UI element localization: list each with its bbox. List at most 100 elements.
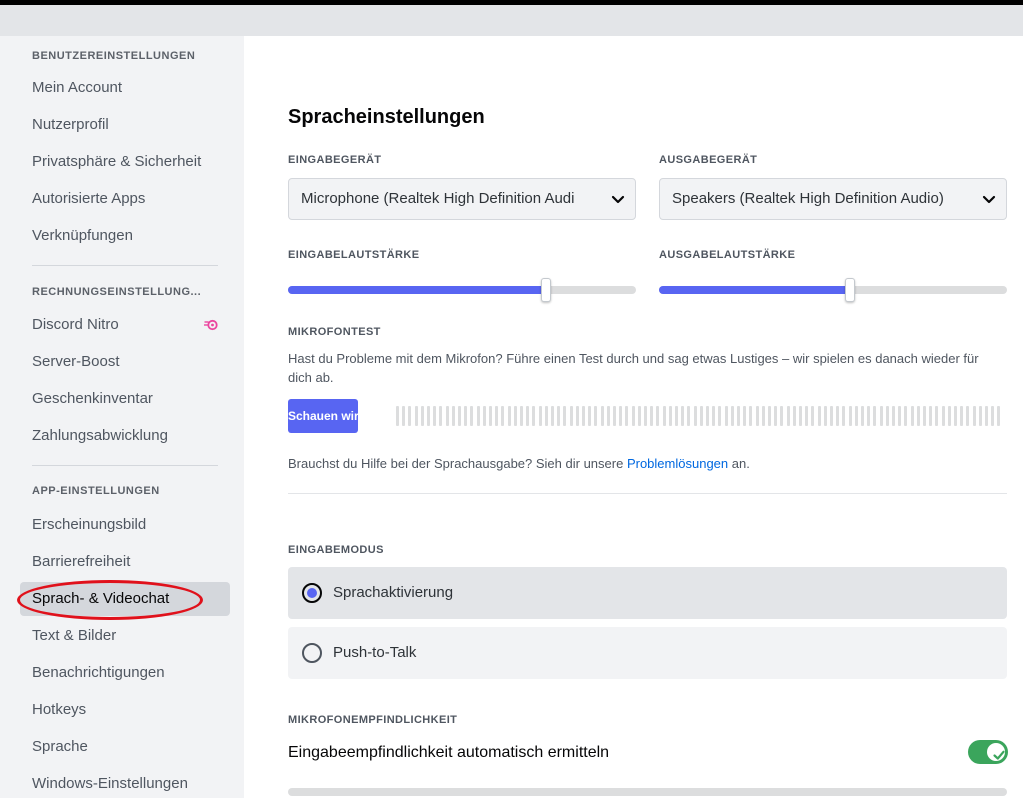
sidebar-separator xyxy=(32,465,218,466)
meter-tick xyxy=(886,406,889,426)
input-volume-handle[interactable] xyxy=(541,278,551,302)
troubleshooting-link[interactable]: Problemlösungen xyxy=(627,456,728,471)
sidebar-item-server-boost[interactable]: Server-Boost xyxy=(20,345,230,379)
meter-tick xyxy=(669,406,672,426)
meter-tick xyxy=(557,406,560,426)
sidebar-item-discord-nitro[interactable]: Discord Nitro xyxy=(20,308,230,342)
meter-tick xyxy=(613,406,616,426)
input-volume-slider[interactable] xyxy=(288,278,636,302)
meter-tick xyxy=(433,406,436,426)
meter-tick xyxy=(694,406,697,426)
meter-tick xyxy=(508,406,511,426)
meter-tick xyxy=(607,406,610,426)
meter-tick xyxy=(917,406,920,426)
meter-tick xyxy=(867,406,870,426)
meter-tick xyxy=(470,406,473,426)
sidebar-item-my-account[interactable]: Mein Account xyxy=(20,71,230,105)
meter-tick xyxy=(563,406,566,426)
sidebar-item-appearance[interactable]: Erscheinungsbild xyxy=(20,508,230,542)
meter-tick xyxy=(780,406,783,426)
input-volume-label: EINGABELAUTSTÄRKE xyxy=(288,249,420,261)
meter-tick xyxy=(526,406,529,426)
meter-tick xyxy=(452,406,455,426)
input-mode-voice-activity[interactable]: Sprachaktivierung xyxy=(288,567,1007,619)
sidebar-item-authorized-apps[interactable]: Autorisierte Apps xyxy=(20,182,230,216)
meter-tick xyxy=(799,406,802,426)
meter-tick xyxy=(911,406,914,426)
sidebar-item-user-profile[interactable]: Nutzerprofil xyxy=(20,108,230,142)
sidebar-item-voice-video[interactable]: Sprach- & Videochat xyxy=(20,582,230,616)
auto-sensitivity-toggle[interactable] xyxy=(968,740,1008,764)
meter-tick xyxy=(948,406,951,426)
output-volume-handle[interactable] xyxy=(845,278,855,302)
sidebar-item-text-images[interactable]: Text & Bilder xyxy=(20,619,230,653)
output-device-label: AUSGABEGERÄT xyxy=(659,154,758,166)
meter-tick xyxy=(985,406,988,426)
mic-test-button[interactable]: Schauen wir... xyxy=(288,399,358,433)
meter-tick xyxy=(594,406,597,426)
sidebar-item-notifications[interactable]: Benachrichtigungen xyxy=(20,656,230,690)
meter-tick xyxy=(638,406,641,426)
sidebar-item-privacy-safety[interactable]: Privatsphäre & Sicherheit xyxy=(20,145,230,179)
sidebar-item-billing[interactable]: Zahlungsabwicklung xyxy=(20,419,230,453)
meter-tick xyxy=(632,406,635,426)
meter-tick xyxy=(880,406,883,426)
meter-tick xyxy=(582,406,585,426)
input-device-select[interactable]: Microphone (Realtek High Definition Audi xyxy=(288,178,636,220)
meter-tick xyxy=(489,406,492,426)
meter-tick xyxy=(446,406,449,426)
meter-tick xyxy=(545,406,548,426)
output-device-select[interactable]: Speakers (Realtek High Definition Audio) xyxy=(659,178,1007,220)
input-device-value: Microphone (Realtek High Definition Audi xyxy=(301,190,575,207)
meter-tick xyxy=(718,406,721,426)
meter-tick xyxy=(731,406,734,426)
meter-tick xyxy=(408,406,411,426)
mic-level-meter xyxy=(396,406,1006,426)
meter-tick xyxy=(421,406,424,426)
meter-tick xyxy=(762,406,765,426)
sidebar-item-windows-settings[interactable]: Windows-Einstellungen xyxy=(20,767,230,798)
chevron-down-icon xyxy=(611,195,625,204)
meter-tick xyxy=(743,406,746,426)
meter-tick xyxy=(861,406,864,426)
meter-tick xyxy=(979,406,982,426)
meter-tick xyxy=(793,406,796,426)
meter-tick xyxy=(477,406,480,426)
sidebar-header-user-settings: BENUTZEREINSTELLUNGEN xyxy=(32,50,196,62)
meter-tick xyxy=(625,406,628,426)
meter-tick xyxy=(849,406,852,426)
sidebar-item-language[interactable]: Sprache xyxy=(20,730,230,764)
output-volume-label: AUSGABELAUTSTÄRKE xyxy=(659,249,796,261)
toggle-knob xyxy=(987,743,1005,761)
sidebar-item-keybinds[interactable]: Hotkeys xyxy=(20,693,230,727)
meter-tick xyxy=(551,406,554,426)
meter-tick xyxy=(973,406,976,426)
sensitivity-bar xyxy=(288,788,1007,796)
input-mode-push-to-talk-label: Push-to-Talk xyxy=(333,644,417,661)
input-mode-push-to-talk[interactable]: Push-to-Talk xyxy=(288,627,1007,679)
sidebar-item-gift-inventory[interactable]: Geschenkinventar xyxy=(20,382,230,416)
meter-tick xyxy=(650,406,653,426)
voice-settings-panel: Spracheinstellungen EINGABEGERÄT Microph… xyxy=(244,36,1023,798)
meter-tick xyxy=(601,406,604,426)
radio-selected-icon xyxy=(302,583,322,603)
nitro-icon xyxy=(204,319,218,331)
meter-tick xyxy=(929,406,932,426)
meter-tick xyxy=(644,406,647,426)
meter-tick xyxy=(991,406,994,426)
sidebar-header-app-settings: APP-EINSTELLUNGEN xyxy=(32,485,160,497)
meter-tick xyxy=(483,406,486,426)
sidebar-item-label: Discord Nitro xyxy=(32,316,119,333)
meter-tick xyxy=(687,406,690,426)
output-volume-slider[interactable] xyxy=(659,278,1007,302)
sidebar-item-accessibility[interactable]: Barrierefreiheit xyxy=(20,545,230,579)
meter-tick xyxy=(706,406,709,426)
sidebar-item-connections[interactable]: Verknüpfungen xyxy=(20,219,230,253)
meter-tick xyxy=(830,406,833,426)
meter-tick xyxy=(768,406,771,426)
meter-tick xyxy=(520,406,523,426)
meter-tick xyxy=(458,406,461,426)
meter-tick xyxy=(811,406,814,426)
window-top-edge xyxy=(0,0,1023,5)
mic-test-label: MIKROFONTEST xyxy=(288,326,381,338)
